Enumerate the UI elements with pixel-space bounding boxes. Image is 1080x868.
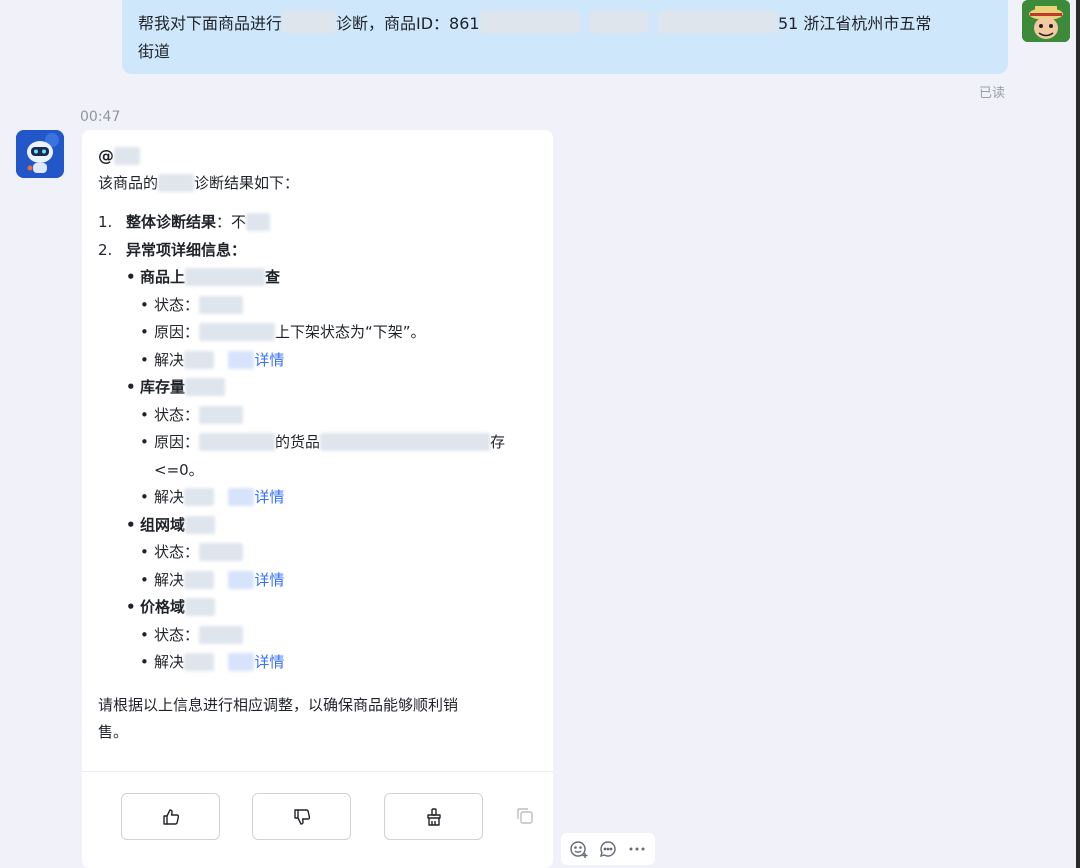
detail-link[interactable]: 详情 bbox=[254, 351, 284, 369]
outgoing-message-line-1: 帮我对下面商品进行 诊断，商品ID：861 51 浙江省杭州市五常 bbox=[138, 10, 992, 38]
broom-icon bbox=[426, 807, 441, 826]
read-status: 已读 bbox=[979, 86, 1006, 101]
solution-line: • 解决 详情 bbox=[140, 350, 285, 369]
detail-link[interactable]: 详情 bbox=[254, 488, 284, 506]
redacted-text bbox=[589, 11, 648, 33]
check-group-title: • 库存量 bbox=[98, 374, 538, 402]
solution-line: • 解决 详情 bbox=[140, 653, 285, 671]
clean-button[interactable] bbox=[384, 793, 483, 840]
redacted-text bbox=[657, 11, 778, 33]
emoji-add-icon[interactable] bbox=[567, 837, 591, 861]
thumbs-down-icon bbox=[293, 808, 310, 825]
redacted-text bbox=[282, 11, 337, 33]
solution-line: • 解决 详情 bbox=[140, 488, 285, 506]
outgoing-text: 诊断，商品ID：861 bbox=[336, 14, 480, 33]
reaction-bar bbox=[561, 833, 655, 865]
outgoing-text: 帮我对下面商品进行 bbox=[138, 14, 283, 33]
reason-line: • 原因： 的货品存 bbox=[140, 433, 506, 451]
mention: @ bbox=[98, 142, 538, 170]
outgoing-text: 51 浙江省杭州市五常 bbox=[777, 14, 932, 33]
check-group-title: • 价格域 bbox=[98, 594, 538, 622]
status-line: • 状态： bbox=[98, 402, 538, 430]
list-item: 2. 异常项详细信息： bbox=[98, 240, 247, 259]
redacted-text bbox=[114, 147, 140, 165]
status-line: • 状态： bbox=[98, 622, 538, 650]
closing-text: 请根据以上信息进行相应调整，以确保商品能够顺利销 售。 bbox=[98, 695, 459, 742]
message-timestamp: 00:47 bbox=[80, 109, 121, 125]
check-group-title: • 商品上查 bbox=[126, 268, 281, 286]
copy-icon[interactable] bbox=[515, 806, 535, 826]
detail-link[interactable]: 详情 bbox=[254, 653, 284, 671]
thumbs-up-icon bbox=[162, 808, 179, 825]
result-list: 1. 整体诊断结果：不 2. 异常项详细信息： • 商品上查 • 状态： • 原因：上… bbox=[98, 209, 538, 677]
reason-line: • 原因： 上下架状态为“下架”。 bbox=[140, 323, 426, 341]
solution-line: • 解决 详情 bbox=[140, 570, 285, 589]
list-item: 1. 整体诊断结果：不 bbox=[98, 209, 538, 237]
reply-bubble-icon[interactable] bbox=[596, 837, 620, 861]
like-button[interactable] bbox=[121, 793, 220, 840]
intro-line: 该商品的 诊断结果如下： bbox=[98, 173, 300, 192]
bot-message-card: @ 该商品的 诊断结果如下： 1. 整体诊断结果：不 2. 异常项详细信息： • 商… bbox=[82, 130, 553, 868]
detail-link[interactable]: 详情 bbox=[254, 571, 284, 589]
user-avatar[interactable] bbox=[1022, 0, 1070, 42]
reason-line-cont: <=0。 bbox=[154, 460, 204, 479]
card-divider bbox=[82, 771, 553, 772]
dislike-button[interactable] bbox=[252, 793, 351, 840]
more-icon[interactable] bbox=[625, 837, 649, 861]
outgoing-message-line-2: 街道 bbox=[138, 42, 171, 61]
redacted-text bbox=[479, 11, 580, 33]
redacted-text bbox=[158, 173, 195, 192]
status-line: • 状态： bbox=[98, 539, 538, 567]
outgoing-message-bubble[interactable]: 帮我对下面商品进行 诊断，商品ID：861 51 浙江省杭州市五常 街道 bbox=[122, 0, 1008, 74]
window-edge bbox=[1076, 0, 1080, 868]
status-line: • 状态： bbox=[98, 292, 538, 320]
redacted-text bbox=[246, 213, 271, 231]
check-group-title: • 组网域 bbox=[98, 512, 538, 540]
bot-avatar[interactable] bbox=[16, 130, 64, 178]
